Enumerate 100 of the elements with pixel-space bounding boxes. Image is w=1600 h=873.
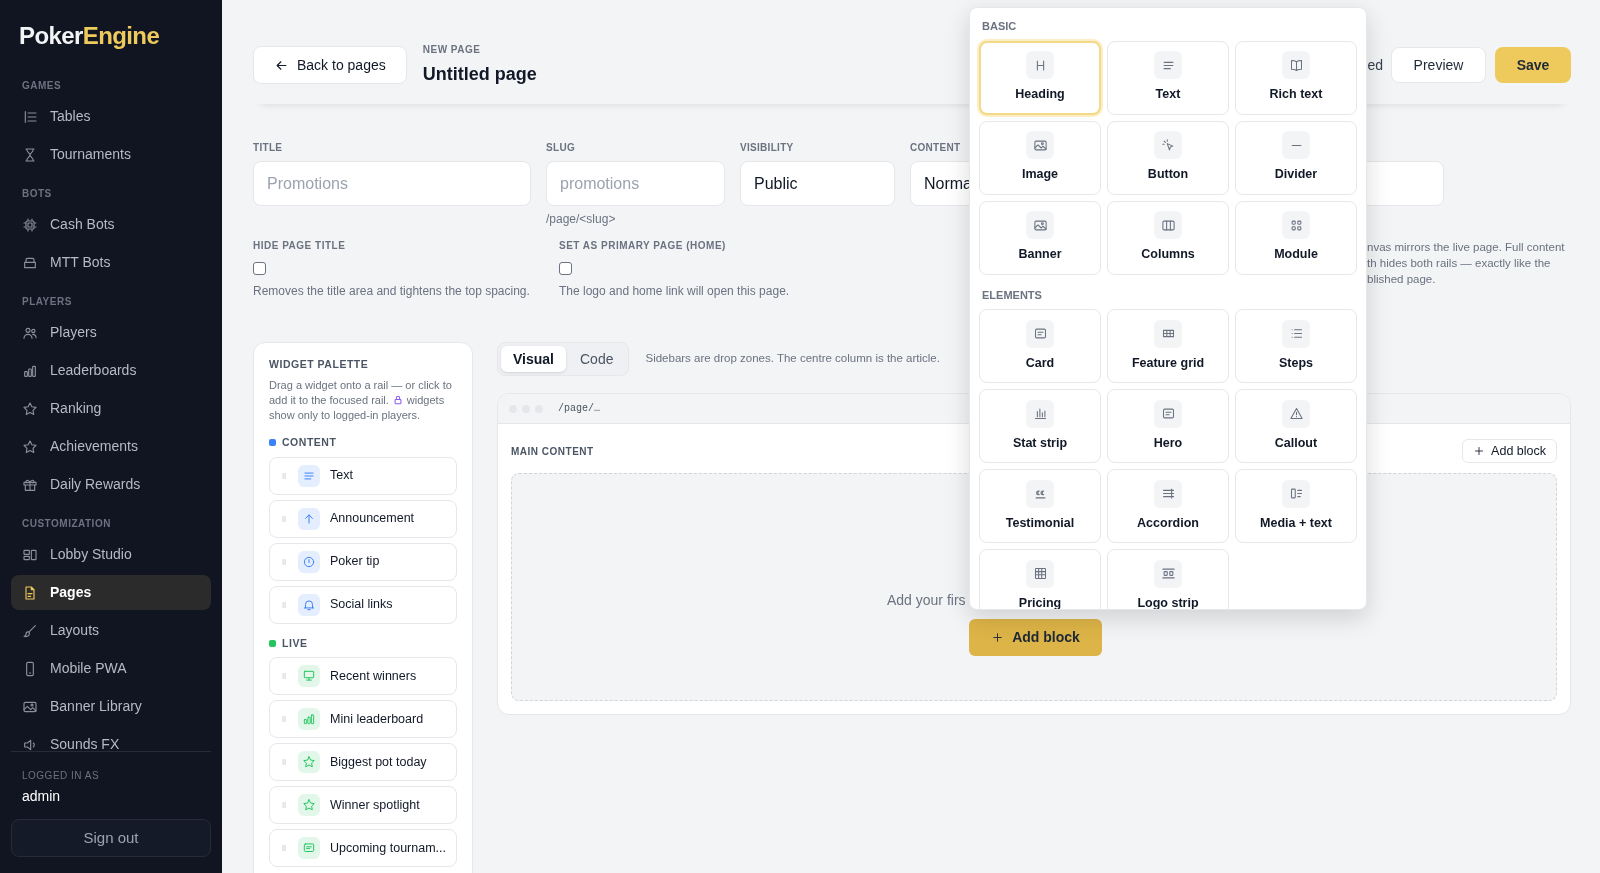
nav-item[interactable]: Daily Rewards (11, 467, 211, 502)
star-icon (298, 794, 320, 817)
section-title: MAIN CONTENT (511, 444, 594, 459)
drag-handle-icon (280, 671, 288, 682)
block-tile[interactable]: Columns (1107, 200, 1229, 275)
logo-text: Engine (82, 22, 160, 49)
nav-section-title: CUSTOMIZATION (21, 517, 112, 531)
block-tile[interactable]: Banner (979, 200, 1101, 275)
nav-item[interactable]: Sounds FX (11, 727, 211, 751)
checkbox-label: SET AS PRIMARY PAGE (HOME) (559, 239, 727, 253)
widget-item[interactable]: Mini leaderboard (269, 700, 457, 739)
block-tile[interactable]: Rich text (1235, 40, 1357, 115)
preview-button[interactable]: Preview (1391, 47, 1486, 83)
nav-item[interactable]: Mobile PWA (11, 651, 211, 686)
username: admin (21, 787, 62, 806)
menu-section-title: BASIC (981, 19, 1018, 34)
input-field[interactable]: Promotions (253, 161, 531, 206)
list-icon (22, 108, 38, 125)
widget-item[interactable]: Biggest pot today (269, 743, 457, 782)
palette-intro: widgets (406, 392, 445, 408)
lock-icon (392, 395, 403, 406)
block-tile[interactable]: Stat strip (979, 389, 1101, 463)
page-url: /page/… (558, 402, 600, 416)
block-tile[interactable]: Media + text (1235, 469, 1357, 543)
nav-item[interactable]: Players (11, 315, 211, 350)
field-label: VISIBILITY (740, 141, 794, 155)
block-tile[interactable]: Card (979, 309, 1101, 383)
widget-item[interactable]: Upcoming tournam... (269, 829, 457, 868)
add-block-button[interactable]: Add block (969, 619, 1102, 656)
note-text: blished page. (1367, 272, 1437, 287)
widget-item[interactable]: Announcement (269, 499, 457, 538)
block-tile[interactable]: Steps (1235, 309, 1357, 383)
checkbox-description: Removes the title area and tightens the top spacing. (253, 283, 531, 300)
block-tile[interactable]: Divider (1235, 120, 1357, 195)
block-tile[interactable]: Accordion (1107, 469, 1229, 543)
widget-item[interactable]: Winner spotlight (269, 786, 457, 825)
bar-chart-icon (298, 708, 320, 731)
checkbox-label: HIDE PAGE TITLE (253, 239, 347, 253)
block-tile[interactable]: Image (979, 120, 1101, 195)
note-text: th hides both rails — exactly like the (1367, 256, 1552, 271)
block-tile[interactable]: Module (1235, 200, 1357, 275)
chip-icon (22, 216, 38, 233)
group-title: CONTENT (282, 434, 337, 450)
nav-item[interactable]: Tournaments (11, 137, 211, 172)
block-tile[interactable]: Heading (979, 40, 1101, 115)
drag-handle-icon (280, 470, 288, 481)
checkbox[interactable] (253, 262, 266, 275)
block-tile[interactable]: Hero (1107, 389, 1229, 463)
checkbox[interactable] (559, 262, 572, 275)
block-tile[interactable]: Testimonial (979, 469, 1101, 543)
block-tile[interactable]: Callout (1235, 389, 1357, 463)
nav-section-title: GAMES (21, 79, 63, 93)
back-button[interactable]: Back to pages (253, 46, 407, 84)
sign-out-button[interactable]: Sign out (11, 819, 211, 857)
block-tile[interactable]: Button (1107, 120, 1229, 195)
save-button[interactable]: Save (1495, 47, 1571, 83)
view-tab[interactable]: Visual (501, 346, 566, 372)
tabs-note: Sidebars are drop zones. The centre column is the article. (645, 351, 940, 367)
nav-item[interactable]: Ranking (11, 391, 211, 426)
input-field[interactable]: promotions (546, 161, 725, 206)
widget-item[interactable]: Recent winners (269, 657, 457, 696)
info-icon (298, 550, 320, 573)
block-tile[interactable]: Pricing (979, 549, 1101, 609)
drag-handle-icon (280, 556, 288, 567)
nav-section-title: BOTS (21, 187, 53, 201)
drag-handle-icon (280, 714, 288, 725)
text-lines-icon (298, 464, 320, 487)
nav-item[interactable]: Leaderboards (11, 353, 211, 388)
bell-icon (298, 593, 320, 616)
pointer-icon (1154, 131, 1182, 160)
grid-icon (1282, 211, 1310, 240)
image-icon (1026, 211, 1054, 240)
field-label: CONTENT (910, 141, 961, 155)
card-icon (1154, 399, 1182, 428)
widget-item[interactable]: Poker tip (269, 542, 457, 581)
save-status: ed (1367, 55, 1383, 75)
star-icon (22, 400, 38, 417)
text-lines-icon (1154, 51, 1182, 80)
nav-section-title: PLAYERS (21, 295, 73, 309)
widget-item[interactable]: Text (269, 456, 457, 495)
nav-item[interactable]: Achievements (11, 429, 211, 464)
nav-item[interactable]: Lobby Studio (11, 537, 211, 572)
nav-item[interactable]: Layouts (11, 613, 211, 648)
logo-text: Poker (19, 22, 83, 49)
block-tile[interactable]: Feature grid (1107, 309, 1229, 383)
nav-item[interactable]: Banner Library (11, 689, 211, 724)
block-tile[interactable]: Text (1107, 40, 1229, 115)
widget-item[interactable]: Social links (269, 585, 457, 624)
block-tile[interactable]: Logo strip (1107, 549, 1229, 609)
nav-item[interactable]: Cash Bots (11, 207, 211, 242)
drag-handle-icon (280, 599, 288, 610)
nav-item[interactable]: MTT Bots (11, 245, 211, 280)
nav-item[interactable]: Pages (11, 575, 211, 610)
card-icon (1026, 319, 1054, 348)
drag-handle-icon (280, 757, 288, 768)
nav-item[interactable]: Tables (11, 99, 211, 134)
view-tab[interactable]: Code (568, 346, 626, 372)
input-field[interactable]: Public (740, 161, 895, 206)
monitor-icon (298, 665, 320, 688)
add-block-button[interactable]: Add block (1462, 439, 1557, 463)
